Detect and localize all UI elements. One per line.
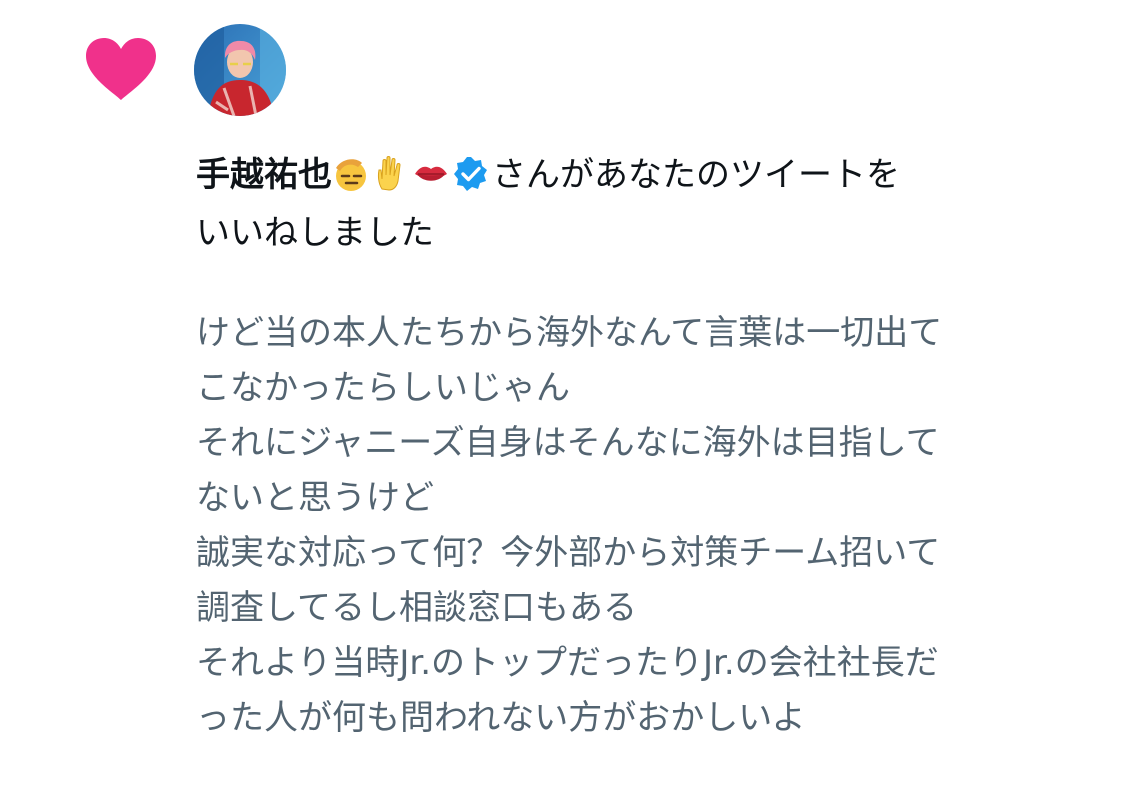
verified-badge-icon (454, 157, 487, 191)
saluting-face-icon (336, 159, 366, 191)
notification-headline: 手越祐也 さんがあなたのツイートをいいねしました (196, 146, 1096, 262)
like-notification[interactable]: 手越祐也 さんがあなたのツイートをいいねしました けど当の本人たちから海外なんて… (0, 0, 1125, 787)
user-name[interactable]: 手越祐也 (196, 155, 332, 195)
tweet-line: けど当の本人たちから海外なんて言葉は一切出て (196, 313, 943, 353)
avatar[interactable] (194, 24, 286, 116)
notification-content: 手越祐也 さんがあなたのツイートをいいねしました けど当の本人たちから海外なんて… (196, 146, 1096, 746)
tweet-line: 誠実な対応って何？今外部から対策チーム招いて (196, 533, 941, 573)
tweet-line: ないと思うけど (196, 478, 434, 518)
tweet-line: 調査してるし相談窓口もある (196, 588, 637, 628)
action-text: さんがあなたのツイートを (492, 155, 900, 195)
avatar-image (194, 24, 286, 116)
tweet-line: った人が何も問われない方がおかしいよ (196, 698, 806, 738)
heart-icon (86, 38, 156, 100)
action-text-continued: いいねしました (196, 213, 434, 253)
tweet-line: それにジャニーズ自身はそんなに海外は目指して (196, 423, 940, 463)
raised-hand-icon (377, 156, 401, 191)
tweet-line: それより当時Jr.のトップだったりJr.の会社社長だ (196, 643, 939, 683)
tweet-text[interactable]: けど当の本人たちから海外なんて言葉は一切出て こなかったらしいじゃん それにジャ… (196, 306, 1096, 746)
kiss-mark-icon (415, 166, 447, 181)
tweet-line: こなかったらしいじゃん (196, 368, 570, 408)
